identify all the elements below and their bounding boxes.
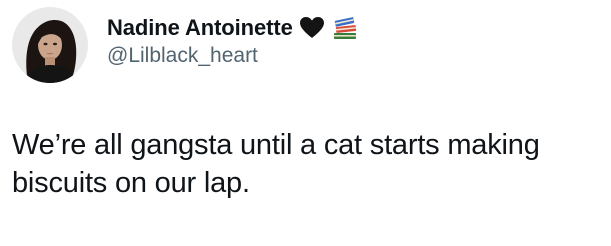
- username-handle[interactable]: @Lilblack_heart: [107, 44, 258, 68]
- avatar[interactable]: [12, 7, 88, 83]
- books-icon: [331, 15, 359, 41]
- black-heart-icon: [299, 16, 325, 40]
- tweet-card: Nadine Antoinette @Lilblack_heart We’re …: [0, 0, 611, 246]
- display-name[interactable]: Nadine Antoinette: [107, 15, 293, 41]
- name-row: Nadine Antoinette: [107, 12, 359, 44]
- tweet-text: We’re all gangsta until a cat starts mak…: [12, 129, 540, 199]
- avatar-image: [12, 7, 88, 83]
